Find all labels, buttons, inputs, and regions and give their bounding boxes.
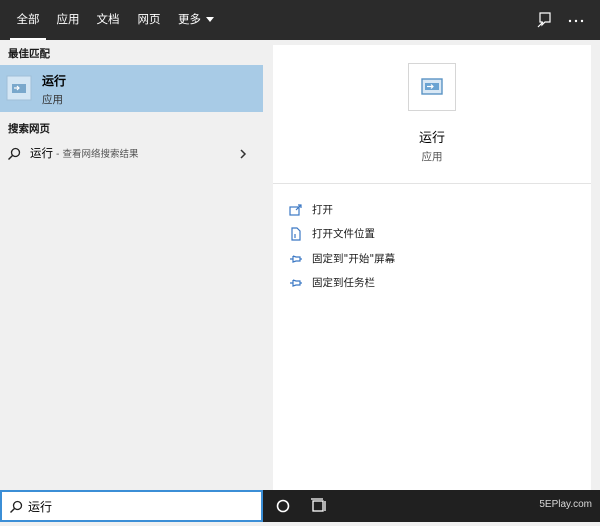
- pin-icon: [289, 275, 303, 289]
- file-location-icon: [289, 226, 303, 241]
- search-box[interactable]: [0, 490, 263, 522]
- best-match-heading: 最佳匹配: [8, 48, 50, 60]
- action-pin-to-taskbar[interactable]: 固定到任务栏: [289, 272, 569, 292]
- action-open-label: 打开: [312, 204, 333, 216]
- action-pin-to-start-label: 固定到"开始"屏幕: [312, 253, 396, 265]
- tab-web[interactable]: 网页: [132, 0, 166, 40]
- tab-all[interactable]: 全部: [10, 0, 46, 40]
- details-app-name: 运行: [418, 131, 445, 146]
- results-pane: 最佳匹配 运行 应用 搜索网页 运行 - 查看网络搜索结果: [0, 40, 263, 490]
- run-app-icon: [6, 75, 32, 101]
- feedback-icon[interactable]: [535, 10, 555, 30]
- tab-more-label: 更多: [178, 12, 201, 26]
- chevron-down-icon: [206, 17, 214, 22]
- more-options-icon[interactable]: [566, 10, 586, 30]
- best-match-title: 运行: [42, 74, 67, 88]
- pin-icon: [289, 251, 303, 265]
- search-icon: [9, 499, 23, 513]
- web-search-item[interactable]: 运行 - 查看网络搜索结果: [0, 141, 263, 165]
- search-icon: [7, 146, 21, 160]
- tab-more[interactable]: 更多: [172, 0, 220, 40]
- action-pin-to-start[interactable]: 固定到"开始"屏幕: [289, 248, 569, 268]
- tab-documents[interactable]: 文档: [90, 0, 126, 40]
- details-app-type: 应用: [421, 151, 443, 163]
- best-match-item[interactable]: 运行 应用: [0, 65, 263, 112]
- watermark: 5EPlay.com: [539, 499, 592, 510]
- action-open-file-location[interactable]: 打开文件位置: [289, 223, 569, 243]
- web-search-heading: 搜索网页: [8, 123, 50, 135]
- cortana-icon[interactable]: [265, 490, 301, 522]
- tab-apps[interactable]: 应用: [52, 0, 84, 40]
- best-match-type: 应用: [42, 94, 63, 106]
- web-search-hint: - 查看网络搜索结果: [53, 149, 139, 160]
- action-open-file-location-label: 打开文件位置: [312, 228, 375, 240]
- search-input[interactable]: [28, 496, 253, 516]
- run-app-large-icon: [408, 63, 456, 111]
- divider: [273, 183, 591, 184]
- web-search-text: 运行 - 查看网络搜索结果: [30, 145, 138, 161]
- action-pin-to-taskbar-label: 固定到任务栏: [312, 277, 375, 289]
- task-view-icon[interactable]: [301, 490, 337, 522]
- web-search-query: 运行: [30, 146, 53, 160]
- action-open[interactable]: 打开: [289, 199, 569, 219]
- search-filter-bar: 全部 应用 文档 网页 更多: [0, 0, 600, 40]
- open-icon: [289, 202, 303, 216]
- chevron-right-icon: [238, 146, 248, 160]
- details-pane: 运行 应用 打开 打开文件位置 固定到"开始"屏幕 固定到任务栏: [273, 45, 591, 490]
